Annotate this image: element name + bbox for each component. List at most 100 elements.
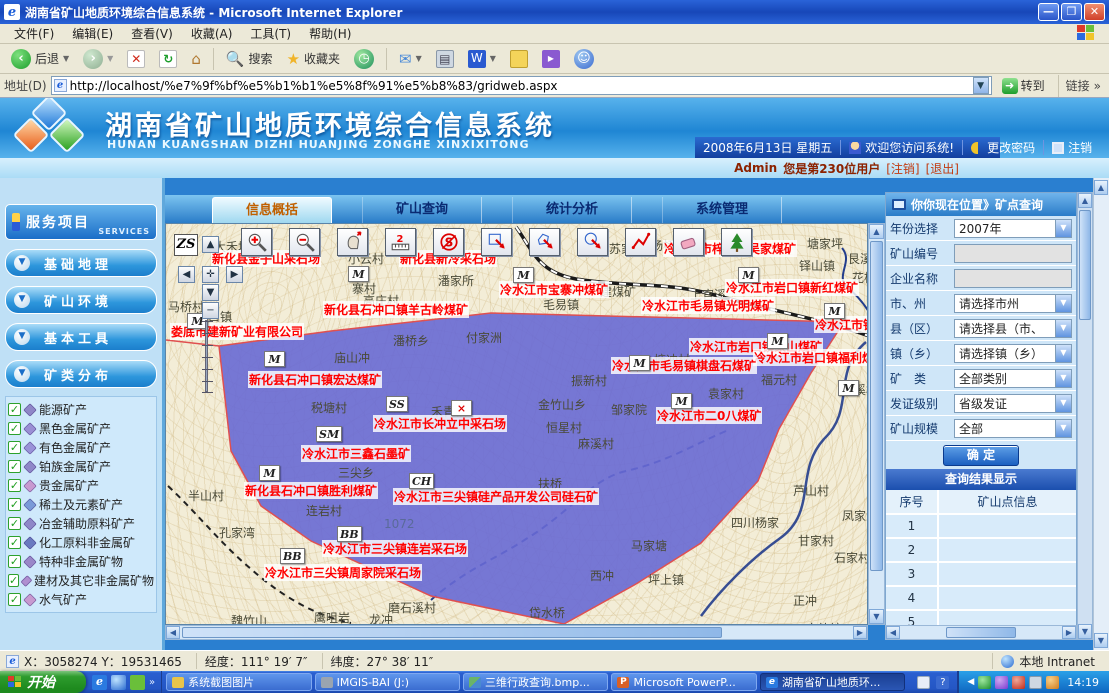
scroll-down-icon[interactable]: ▼: [1094, 633, 1108, 648]
layer-checkbox[interactable]: ✓: [8, 479, 21, 492]
messenger-button[interactable]: ☺: [569, 47, 599, 71]
taskbar-window-button[interactable]: 三维行政查询.bmp...: [463, 673, 608, 691]
zoom-minus-button[interactable]: −: [202, 302, 219, 319]
layer-item[interactable]: ✓ 有色金属矿产: [8, 438, 154, 457]
keyboard-icon[interactable]: [917, 676, 930, 689]
media-quicklaunch-icon[interactable]: [130, 675, 145, 690]
field-control[interactable]: ▼: [954, 244, 1072, 263]
zoom-slider[interactable]: [205, 320, 208, 392]
mine-marker[interactable]: M: [348, 266, 369, 282]
links-chevron-icon[interactable]: »: [1094, 79, 1101, 93]
mine-marker[interactable]: CH: [409, 473, 434, 489]
mine-label[interactable]: 冷水江市三尖镇周家院采石场: [264, 564, 422, 581]
taskbar-window-button[interactable]: e湖南省矿山地质环...: [760, 673, 905, 691]
forward-button[interactable]: ›▼: [78, 47, 118, 71]
map-canvas[interactable]: 大禾坪小云村苏家湾杨桥村塘家坪艮溪村铎山镇花桥潘家所马桥村冲口镇寨村高庄村毛易镇…: [165, 223, 868, 625]
combo-arrow-icon[interactable]: ▼: [1055, 370, 1071, 387]
print-button[interactable]: ▤: [431, 48, 459, 70]
layer-item[interactable]: ✓ 特种非金属矿物: [8, 552, 154, 571]
field-control[interactable]: 2007年 ▼: [954, 219, 1072, 238]
scroll-right-icon[interactable]: ▶: [853, 626, 867, 639]
sidebar-section-button[interactable]: ▼ 矿山环境: [5, 286, 157, 314]
menu-item[interactable]: 文件(F): [6, 24, 62, 43]
layer-checkbox[interactable]: ✓: [8, 517, 21, 530]
strip-exit-link[interactable]: [退出]: [926, 160, 959, 177]
scroll-thumb[interactable]: [946, 627, 1016, 638]
layer-item[interactable]: ✓ 贵金属矿产: [8, 476, 154, 495]
mine-marker[interactable]: M: [671, 393, 692, 409]
draw-line-icon[interactable]: [625, 228, 656, 256]
layer-item[interactable]: ✓ 建材及其它非金属矿物: [8, 571, 154, 590]
browser-scrollbar[interactable]: ▲ ▼: [1093, 178, 1109, 650]
combo-arrow-icon[interactable]: ▼: [1055, 345, 1071, 362]
tray-collapse-icon[interactable]: ◀: [967, 677, 974, 687]
pan-down-button[interactable]: ▼: [202, 284, 219, 301]
tray-icon-orange[interactable]: [1046, 676, 1059, 689]
tab[interactable]: 系统管理: [662, 197, 782, 223]
favorites-button[interactable]: ★ 收藏夹: [282, 48, 345, 69]
field-control[interactable]: 全部类别 ▼: [954, 369, 1072, 388]
mine-marker[interactable]: BB: [337, 526, 362, 542]
mine-label[interactable]: 冷水江市三尖镇连岩采石场: [322, 540, 468, 557]
address-dropdown-icon[interactable]: ▼: [973, 77, 989, 94]
scroll-thumb[interactable]: [870, 241, 883, 571]
mine-label[interactable]: 新化县石冲口镇胜利煤矿: [244, 482, 378, 499]
zoom-out-icon[interactable]: [289, 228, 320, 256]
tab[interactable]: 信息概括: [212, 197, 332, 223]
forward-dropdown-icon[interactable]: ▼: [107, 54, 113, 63]
quicklaunch-more-icon[interactable]: »: [149, 677, 155, 688]
mine-label[interactable]: 冷水江市二0八煤矿: [656, 407, 762, 424]
menu-item[interactable]: 帮助(H): [301, 24, 359, 43]
pan-up-button[interactable]: ▲: [202, 236, 219, 253]
mine-label[interactable]: 冷水江市毛易镇光明煤矿: [641, 297, 775, 314]
mine-label[interactable]: 冷水江市三尖镇硅产品开发公司硅石矿: [393, 488, 599, 505]
maximize-button[interactable]: ❐: [1061, 3, 1082, 21]
edit-word-button[interactable]: W▼: [463, 48, 501, 70]
notes-button[interactable]: [505, 48, 533, 70]
mine-marker[interactable]: M: [824, 303, 845, 319]
mine-marker[interactable]: M: [738, 267, 759, 283]
select-circle-icon[interactable]: [577, 228, 608, 256]
media-button[interactable]: ▸: [537, 48, 565, 70]
back-dropdown-icon[interactable]: ▼: [63, 54, 69, 63]
layer-item[interactable]: ✓ 水气矿产: [8, 590, 154, 609]
mail-dropdown-icon[interactable]: ▼: [416, 54, 422, 63]
address-input[interactable]: e http://localhost/%e7%9f%bf%e5%b1%b1%e5…: [51, 76, 992, 95]
layer-checkbox[interactable]: ✓: [8, 555, 21, 568]
legend-icon[interactable]: [721, 228, 752, 256]
mine-marker[interactable]: ×: [451, 400, 472, 416]
mine-marker[interactable]: M: [259, 465, 280, 481]
layer-checkbox[interactable]: ✓: [8, 403, 21, 416]
mine-label[interactable]: 冷水江市宝寨冲煤矿: [499, 281, 609, 298]
layer-item[interactable]: ✓ 冶金辅助原料矿产: [8, 514, 154, 533]
strip-logout-link[interactable]: [注销]: [886, 160, 919, 177]
minimize-button[interactable]: —: [1038, 3, 1059, 21]
eraser-icon[interactable]: [673, 228, 704, 256]
scroll-up-icon[interactable]: ▲: [1078, 193, 1092, 208]
mine-marker[interactable]: M: [629, 355, 650, 371]
menu-item[interactable]: 工具(T): [242, 24, 299, 43]
sidebar-section-button[interactable]: ▼ 基本工具: [5, 323, 157, 351]
layer-checkbox[interactable]: ✓: [8, 460, 21, 473]
result-row[interactable]: 1: [886, 514, 1076, 538]
combo-arrow-icon[interactable]: ▼: [1055, 220, 1071, 237]
mine-label[interactable]: 新化县石冲口镇宏达煤矿: [248, 371, 382, 388]
pan-icon[interactable]: [337, 228, 368, 256]
back-button[interactable]: ‹ 后退 ▼: [6, 47, 74, 71]
scroll-thumb[interactable]: [1079, 210, 1091, 320]
tab[interactable]: 统计分析: [512, 197, 632, 223]
field-control[interactable]: 省级发证 ▼: [954, 394, 1072, 413]
select-polygon-icon[interactable]: [529, 228, 560, 256]
measure-icon[interactable]: 2: [385, 228, 416, 256]
layer-checkbox[interactable]: ✓: [8, 441, 21, 454]
field-control[interactable]: 全部 ▼: [954, 419, 1072, 438]
combo-arrow-icon[interactable]: ▼: [1055, 295, 1071, 312]
result-row[interactable]: 3: [886, 562, 1076, 586]
desktop-icon[interactable]: [111, 675, 126, 690]
field-control[interactable]: ▼: [954, 269, 1072, 288]
layer-checkbox[interactable]: ✓: [8, 593, 21, 606]
tray-icon-green[interactable]: [978, 676, 991, 689]
scroll-right-icon[interactable]: ▶: [1062, 626, 1076, 639]
mine-marker[interactable]: M: [264, 351, 285, 367]
sidebar-section-button[interactable]: ▼ 矿类分布: [5, 360, 157, 388]
